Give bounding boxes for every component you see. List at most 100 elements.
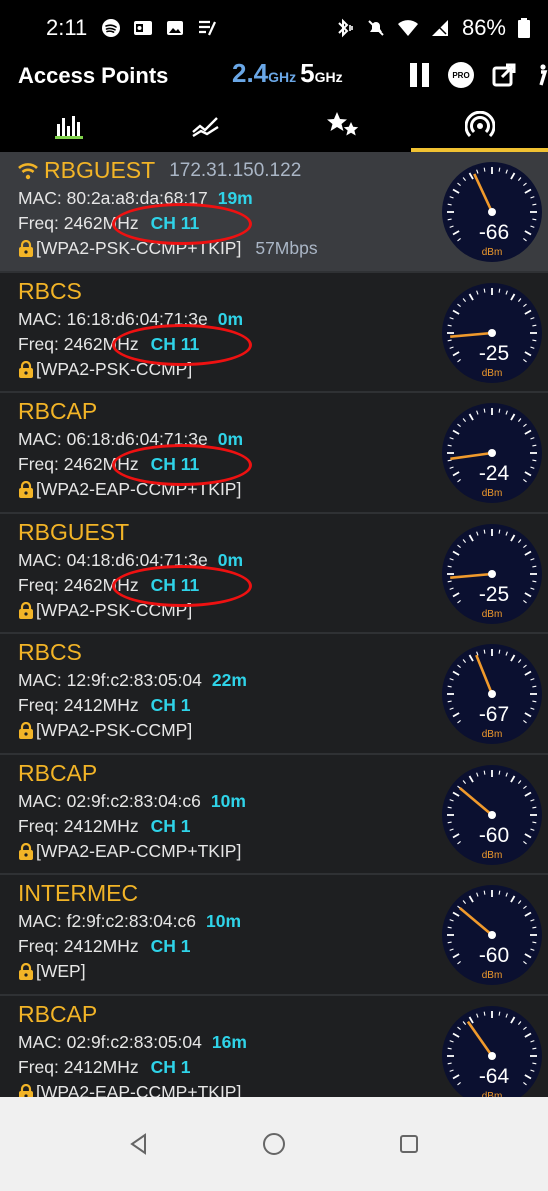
mac-address: MAC: 02:9f:c2:83:04:c6	[18, 790, 201, 811]
access-point-row[interactable]: RBCAP MAC: 06:18:d6:04:71:3e 0m Freq: 2462M…	[0, 393, 548, 514]
frequency: Freq: 2462MHz	[18, 213, 139, 233]
lock-icon	[19, 963, 33, 980]
security: [WPA2-EAP-CCMP+TKIP]	[36, 1081, 242, 1098]
battery-percent: 86%	[461, 15, 506, 40]
status-time: 2:11	[46, 15, 88, 40]
access-point-row[interactable]: RBCAP MAC: 02:9f:c2:83:05:04 16m Freq: 2412…	[0, 996, 548, 1098]
distance: 16m	[211, 1031, 247, 1052]
view-tabs	[0, 100, 548, 152]
cell-signal-icon	[431, 20, 448, 36]
system-icons: 86%	[334, 15, 530, 41]
ssid: RBCS	[18, 277, 82, 304]
signal-dbm: -25	[479, 583, 509, 606]
pro-icon[interactable]: PRO	[448, 62, 474, 88]
signal-dbm: -60	[479, 944, 509, 967]
frequency: Freq: 2412MHz	[18, 936, 139, 956]
signal-dbm: -24	[479, 462, 510, 485]
ssid: RBGUEST	[18, 518, 130, 545]
ssid: RBGUEST	[44, 157, 156, 183]
recents-icon[interactable]	[397, 1132, 421, 1156]
signal-gauge: -60 dBm	[442, 764, 542, 865]
wifi-icon	[397, 20, 418, 36]
dbm-unit: dBm	[482, 247, 503, 258]
dbm-unit: dBm	[482, 609, 503, 620]
mac-address: MAC: 12:9f:c2:83:05:04	[18, 670, 202, 690]
channel: CH 1	[150, 815, 191, 836]
pause-icon[interactable]	[410, 63, 430, 87]
app-actions: PRO	[410, 62, 548, 88]
security: [WPA2-PSK-CCMP]	[36, 720, 193, 740]
band-toggle[interactable]: 2.4GHz 5GHz	[232, 58, 343, 89]
lock-icon	[19, 360, 33, 378]
time-graph-icon	[191, 117, 219, 138]
signal-gauge: -25 dBm	[442, 282, 542, 383]
channel: CH 11	[150, 574, 200, 595]
lock-icon	[19, 722, 33, 739]
back-icon[interactable]	[127, 1132, 151, 1156]
band-5-button[interactable]: 5GHz	[300, 58, 342, 88]
access-point-row[interactable]: RBGUEST 172.31.150.122 MAC: 80:2a:a8:da:68…	[0, 152, 548, 273]
spotify-icon	[102, 19, 121, 37]
signal-gauge: -64dBm	[442, 1005, 542, 1097]
tab-rating[interactable]	[274, 100, 411, 152]
mac-address: MAC: 04:18:d6:04:71:3e	[18, 549, 208, 570]
signal-gauge: -67 dBm	[442, 644, 542, 744]
link-rate: 57Mbps	[255, 238, 318, 258]
gallery-icon	[167, 21, 184, 35]
signal-dbm: -25	[479, 342, 509, 365]
frequency: Freq: 2462MHz	[18, 454, 139, 474]
access-point-list[interactable]: RBGUEST 172.31.150.122 MAC: 80:2a:a8:da:68…	[0, 152, 548, 1097]
share-icon[interactable]	[492, 63, 516, 87]
access-point-row[interactable]: RBCS MAC: 12:9f:c2:83:05:04 22m Freq: 2412M…	[0, 634, 548, 755]
ssid: INTERMEC	[18, 880, 139, 906]
signal-gauge: -66 dBm	[442, 162, 542, 262]
signal-dbm: -64	[479, 1065, 510, 1088]
notification-icons	[101, 18, 217, 38]
app-bar: Access Points 2.4GHz 5GHz PRO	[0, 56, 548, 96]
rating-stars-icon	[326, 112, 358, 136]
signal-dbm: -66	[479, 221, 509, 244]
distance: 19m	[217, 188, 253, 208]
mac-address: MAC: f2:9f:c2:83:04:c6	[18, 911, 197, 931]
battery-icon	[518, 18, 530, 38]
frequency: Freq: 2462MHz	[18, 574, 139, 595]
frequency: Freq: 2462MHz	[18, 333, 139, 354]
tab-time-graph[interactable]	[137, 100, 274, 152]
access-point-row[interactable]: RBCS MAC: 16:18:d6:04:71:3e 0m Freq: 2462MH…	[0, 273, 548, 393]
distance: 22m	[211, 670, 247, 690]
access-point-row[interactable]: RBCAP MAC: 02:9f:c2:83:04:c6 10m Freq: 2412…	[0, 755, 548, 875]
access-points-icon	[464, 111, 495, 138]
bluetooth-vibrate-icon	[338, 18, 353, 38]
band-24-button[interactable]: 2.4GHz	[232, 58, 296, 88]
mac-address: MAC: 02:9f:c2:83:05:04	[18, 1031, 202, 1052]
signal-gauge: -60 dBm	[442, 885, 542, 985]
access-point-row[interactable]: INTERMEC MAC: f2:9f:c2:83:04:c6 10m Freq: 2…	[0, 875, 548, 996]
status-bar: 2:11 86%	[0, 0, 548, 56]
dbm-unit: dBm	[482, 729, 503, 740]
tab-channel-graph[interactable]	[0, 100, 137, 152]
navigation-bar	[0, 1097, 548, 1191]
mac-address: MAC: 80:2a:a8:da:68:17	[18, 188, 208, 208]
security: [WPA2-PSK-CCMP+TKIP]	[36, 238, 242, 258]
access-point-row[interactable]: RBGUEST MAC: 04:18:d6:04:71:3e 0m Freq: 246…	[0, 514, 548, 634]
connected-wifi-icon	[18, 162, 38, 179]
frequency: Freq: 2412MHz	[18, 695, 139, 715]
channel-graph-icon	[54, 116, 83, 139]
channel: CH 11	[150, 213, 200, 233]
lock-icon	[19, 1083, 33, 1097]
signal-gauge: -24 dBm	[442, 403, 542, 503]
mac-address: MAC: 16:18:d6:04:71:3e	[18, 308, 208, 329]
outlook-icon	[134, 21, 153, 35]
tab-access-points[interactable]	[411, 100, 548, 152]
distance: 10m	[206, 911, 242, 931]
security: [WEP]	[36, 961, 86, 981]
signal-gauge: -25 dBm	[442, 523, 542, 624]
info-icon[interactable]	[534, 63, 548, 87]
lock-icon	[19, 481, 33, 498]
distance: 0m	[217, 549, 244, 570]
security: [WPA2-EAP-CCMP+TKIP]	[36, 479, 242, 499]
lock-icon	[19, 842, 33, 860]
home-icon[interactable]	[261, 1131, 287, 1157]
frequency: Freq: 2412MHz	[18, 1056, 139, 1077]
page-title: Access Points	[18, 63, 169, 88]
